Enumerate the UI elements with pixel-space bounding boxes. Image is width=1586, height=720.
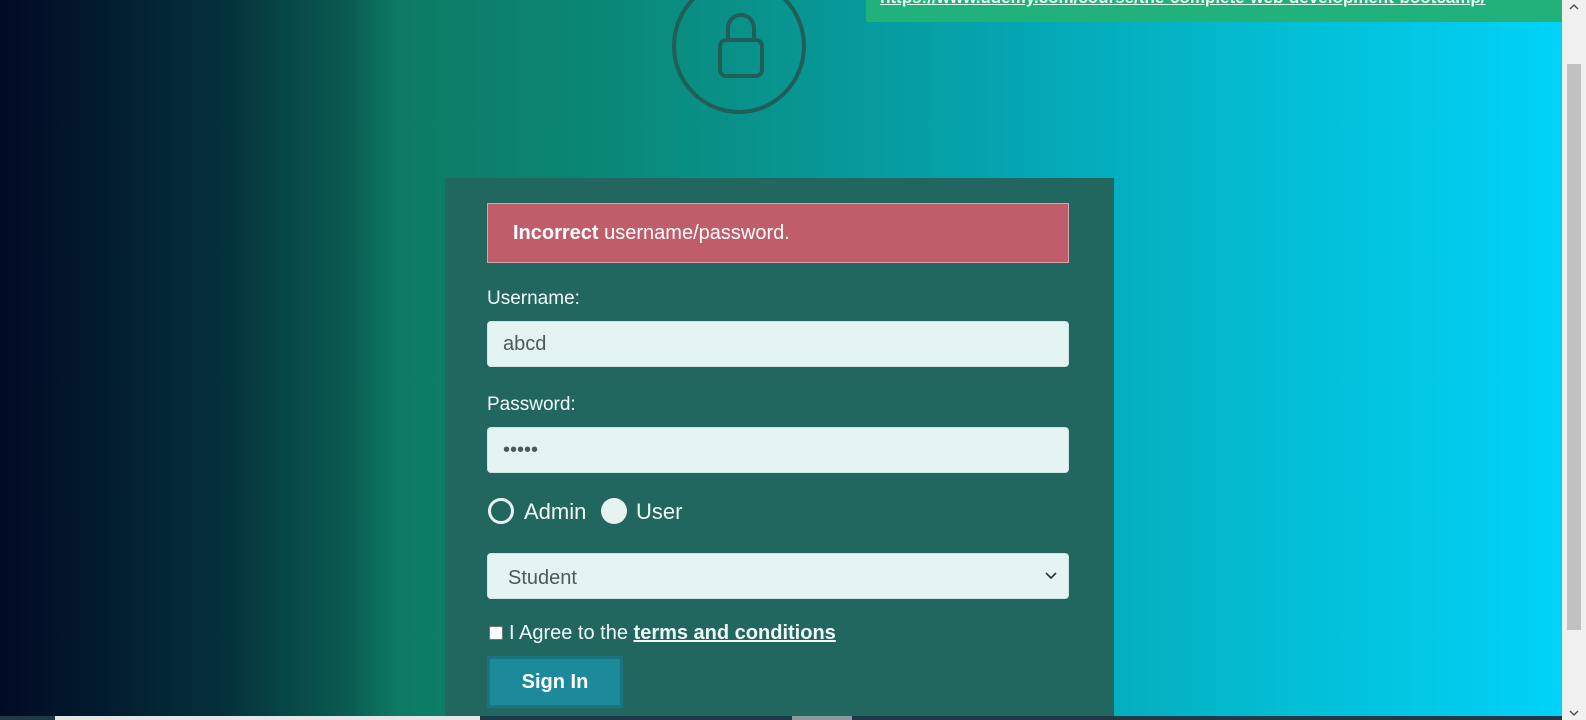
admin-radio-label: Admin bbox=[524, 499, 587, 524]
scroll-up-icon[interactable] bbox=[1569, 3, 1579, 11]
login-panel: Incorrect username/password. Username: P… bbox=[445, 178, 1114, 720]
banner-link[interactable]: https://www.udemy.com/course/the-complet… bbox=[880, 0, 1485, 8]
select-value: Student bbox=[508, 567, 577, 589]
error-alert: Incorrect username/password. bbox=[487, 203, 1069, 263]
admin-radio[interactable] bbox=[488, 498, 514, 524]
lock-icon bbox=[718, 13, 764, 78]
bottom-strip-segment bbox=[55, 716, 480, 720]
user-radio-label: User bbox=[636, 499, 683, 524]
chevron-down-icon bbox=[1045, 572, 1057, 580]
top-banner: https://www.udemy.com/course/the-complet… bbox=[866, 0, 1562, 22]
alert-bold: Incorrect bbox=[513, 222, 599, 244]
username-input[interactable] bbox=[487, 321, 1069, 367]
vertical-scrollbar[interactable] bbox=[1562, 0, 1586, 720]
terms-agreement: I Agree to the terms and conditions bbox=[509, 622, 836, 645]
scroll-down-icon[interactable] bbox=[1569, 709, 1579, 717]
lock-avatar bbox=[672, 0, 806, 114]
bottom-strip bbox=[0, 716, 1562, 720]
terms-prefix: I Agree to the bbox=[509, 622, 634, 644]
username-label: Username: bbox=[487, 288, 580, 309]
terms-checkbox[interactable] bbox=[489, 626, 503, 640]
sign-in-button[interactable]: Sign In bbox=[487, 656, 623, 708]
password-label: Password: bbox=[487, 394, 576, 415]
role-select[interactable]: Student bbox=[487, 553, 1069, 599]
bottom-strip-segment bbox=[792, 716, 852, 720]
terms-link[interactable]: terms and conditions bbox=[634, 622, 836, 644]
password-input[interactable] bbox=[487, 427, 1069, 473]
scrollbar-thumb[interactable] bbox=[1567, 64, 1581, 630]
user-radio[interactable] bbox=[601, 498, 627, 524]
alert-message: username/password. bbox=[598, 222, 790, 244]
